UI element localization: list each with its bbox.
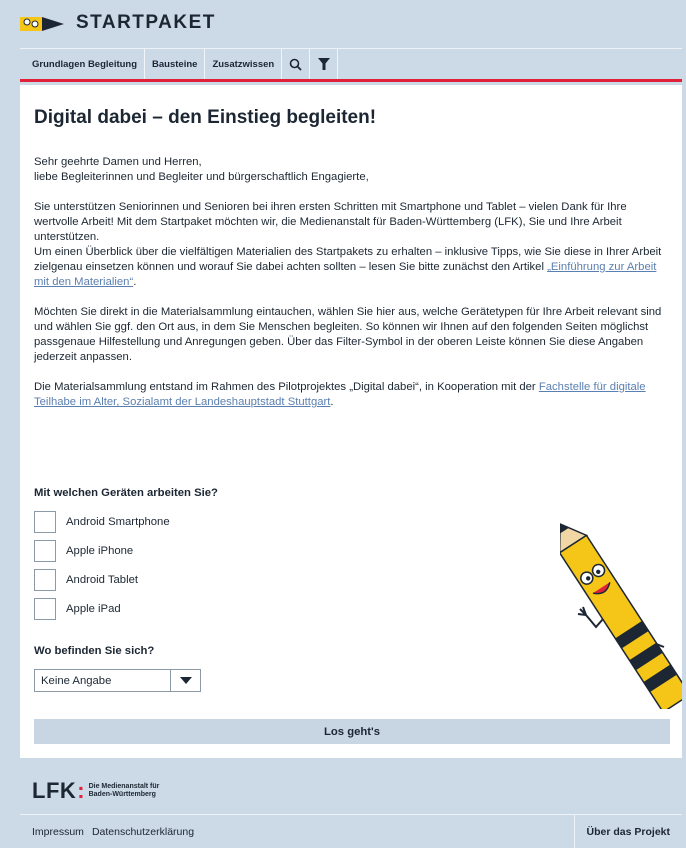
datenschutz-link[interactable]: Datenschutzerklärung — [92, 826, 194, 838]
search-button[interactable] — [282, 49, 311, 79]
device-option-apple-ipad[interactable]: Apple iPad — [34, 597, 121, 621]
search-icon — [289, 58, 302, 71]
about-project-link[interactable]: Über das Projekt — [573, 815, 682, 848]
intro-text: Sehr geehrte Damen und Herren, liebe Beg… — [34, 155, 670, 425]
lfk-logo[interactable]: LFK : Die Medienanstalt für Baden-Württe… — [32, 778, 159, 804]
location-question: Wo befinden Sie sich? — [34, 645, 155, 657]
filter-button[interactable] — [310, 49, 339, 79]
dropdown-arrow[interactable] — [170, 670, 200, 691]
lfk-subtitle-line-1: Die Medienanstalt für — [88, 783, 160, 790]
lfk-logo-text: LFK — [32, 778, 77, 803]
caret-down-icon — [179, 676, 192, 684]
android-tablet-label: Android Tablet — [66, 574, 139, 586]
intro-paragraph-1: Sie unterstützen Seniorinnen und Seniore… — [34, 201, 627, 243]
brand-title[interactable]: STARTPAKET — [76, 12, 216, 34]
location-select[interactable]: Keine Angabe — [34, 669, 201, 692]
devices-question: Mit welchen Geräten arbeiten Sie? — [34, 487, 218, 499]
greeting-line-2: liebe Begleiterinnen und Begleiter und b… — [34, 171, 369, 183]
device-option-android-tablet[interactable]: Android Tablet — [34, 568, 138, 592]
intro-paragraph-4-end: . — [330, 396, 334, 408]
nav-bausteine[interactable]: Bausteine — [145, 49, 206, 79]
intro-paragraph-3: Möchten Sie direkt in die Materialsammlu… — [34, 306, 662, 363]
apple-iphone-checkbox[interactable] — [34, 540, 56, 562]
apple-ipad-label: Apple iPad — [66, 603, 121, 615]
android-tablet-checkbox[interactable] — [34, 569, 56, 591]
android-smartphone-checkbox[interactable] — [34, 511, 56, 533]
apple-iphone-label: Apple iPhone — [66, 545, 134, 557]
location-select-value: Keine Angabe — [41, 674, 112, 687]
intro-paragraph-4: Die Materialsammlung entstand im Rahmen … — [34, 381, 539, 393]
apple-ipad-checkbox[interactable] — [34, 598, 56, 620]
pencil-mascot-icon — [560, 522, 682, 709]
nav-grundlagen-begleitung[interactable]: Grundlagen Begleitung — [20, 49, 146, 79]
impressum-link[interactable]: Impressum — [32, 826, 84, 838]
greeting-line-1: Sehr geehrte Damen und Herren, — [34, 156, 202, 168]
footer-bar: Impressum Datenschutzerklärung Über das … — [20, 814, 682, 848]
top-bar: STARTPAKET — [0, 0, 686, 48]
lfk-subtitle-line-2: Baden-Württemberg — [88, 791, 156, 798]
nav-zusatzwissen[interactable]: Zusatzwissen — [205, 49, 283, 79]
android-smartphone-label: Android Smartphone — [66, 516, 170, 528]
main-card: Digital dabei – den Einstieg begleiten! … — [20, 85, 682, 758]
lfk-logo-colon-icon: : — [77, 778, 85, 803]
lfk-logo-subtitle: Die Medienanstalt für Baden-Württemberg — [89, 783, 160, 799]
page-title: Digital dabei – den Einstieg begleiten! — [34, 107, 377, 128]
main-nav: Grundlagen Begleitung Bausteine Zusatzwi… — [20, 48, 682, 82]
intro-paragraph-2-end: . — [133, 276, 137, 288]
device-option-android-smartphone[interactable]: Android Smartphone — [34, 510, 170, 534]
go-button[interactable]: Los geht's — [34, 719, 670, 744]
filter-icon — [317, 58, 330, 70]
startpaket-logo-icon[interactable] — [20, 15, 68, 33]
device-option-apple-iphone[interactable]: Apple iPhone — [34, 539, 133, 563]
